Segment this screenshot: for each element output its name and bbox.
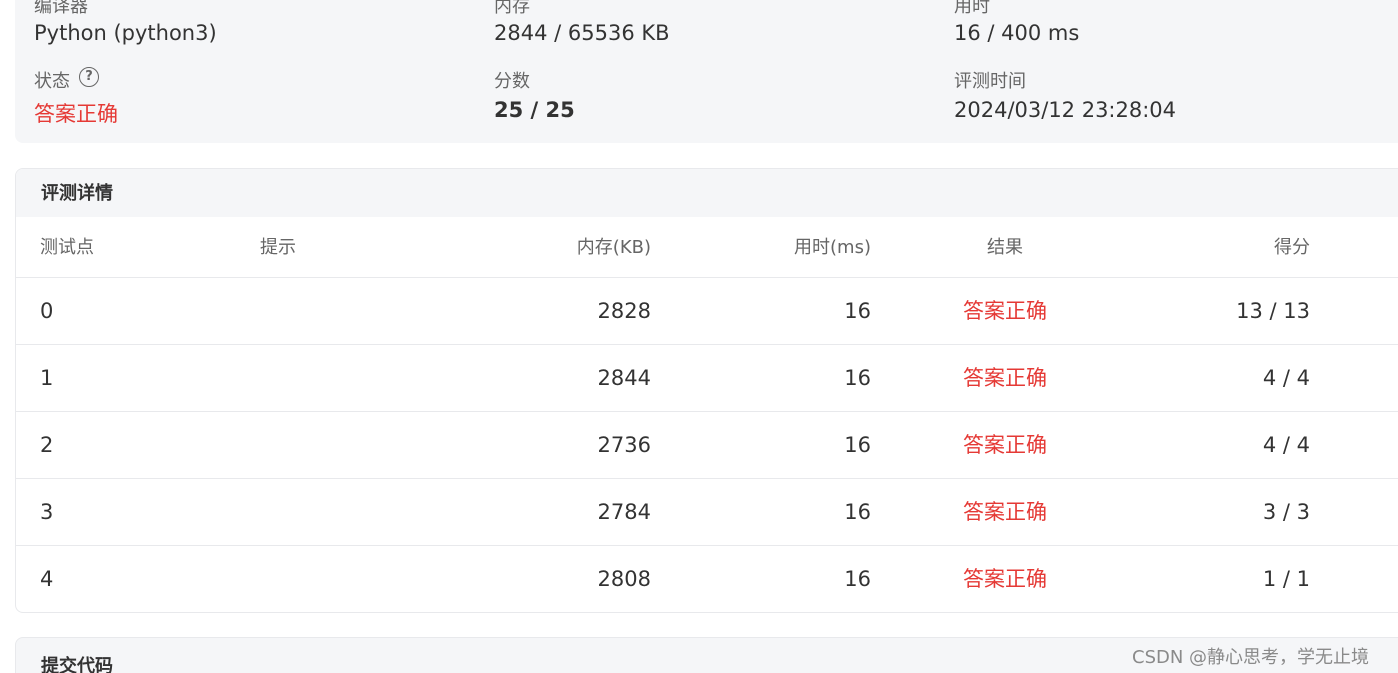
watermark: CSDN @静心思考，学无止境 bbox=[1132, 647, 1370, 668]
cell-score: 4 / 4 bbox=[1262, 366, 1310, 390]
status-value: 答案正确 bbox=[34, 102, 118, 126]
cell-result: 答案正确 bbox=[963, 366, 1047, 390]
cell-score: 1 / 1 bbox=[1262, 567, 1310, 591]
submission-summary: 编译器 Python (python3) 内存 2844 / 65536 KB … bbox=[15, 0, 1398, 143]
cell-case: 2 bbox=[40, 433, 54, 457]
cell-memory: 2808 bbox=[597, 567, 651, 591]
cell-case: 0 bbox=[40, 299, 54, 323]
cell-result: 答案正确 bbox=[963, 299, 1047, 323]
col-time: 用时(ms) bbox=[794, 237, 871, 258]
cell-score: 13 / 13 bbox=[1236, 299, 1310, 323]
cell-time: 16 bbox=[844, 567, 871, 591]
cell-memory: 2736 bbox=[597, 433, 651, 457]
status-label: 状态 bbox=[34, 71, 70, 92]
time-label: 用时 bbox=[954, 0, 990, 17]
judge-detail-card: 评测详情 测试点 提示 内存(KB) 用时(ms) 结果 得分 0 2828 1… bbox=[15, 168, 1398, 613]
score-label: 分数 bbox=[494, 71, 530, 92]
cell-time: 16 bbox=[844, 366, 871, 390]
table-row: 4 2808 16 答案正确 1 / 1 bbox=[16, 546, 1398, 612]
judge-time-label: 评测时间 bbox=[954, 71, 1026, 92]
cell-score: 4 / 4 bbox=[1262, 433, 1310, 457]
cell-result: 答案正确 bbox=[963, 500, 1047, 524]
compiler-label: 编译器 bbox=[34, 0, 88, 17]
cell-result: 答案正确 bbox=[963, 433, 1047, 457]
cell-memory: 2828 bbox=[597, 299, 651, 323]
table-header: 测试点 提示 内存(KB) 用时(ms) 结果 得分 bbox=[16, 217, 1398, 278]
memory-value: 2844 / 65536 KB bbox=[494, 21, 670, 45]
judge-detail-title: 评测详情 bbox=[16, 169, 1398, 217]
col-memory: 内存(KB) bbox=[576, 237, 651, 258]
memory-label: 内存 bbox=[494, 0, 530, 17]
col-score: 得分 bbox=[1274, 237, 1310, 258]
cell-time: 16 bbox=[844, 500, 871, 524]
compiler-value: Python (python3) bbox=[34, 21, 217, 45]
help-icon[interactable]: ? bbox=[79, 67, 99, 87]
time-value: 16 / 400 ms bbox=[954, 21, 1080, 45]
table-row: 3 2784 16 答案正确 3 / 3 bbox=[16, 479, 1398, 546]
cell-time: 16 bbox=[844, 299, 871, 323]
table-body: 0 2828 16 答案正确 13 / 13 1 2844 16 答案正确 4 … bbox=[16, 278, 1398, 612]
col-case: 测试点 bbox=[40, 237, 94, 258]
table-row: 0 2828 16 答案正确 13 / 13 bbox=[16, 278, 1398, 345]
cell-result: 答案正确 bbox=[963, 567, 1047, 591]
cell-case: 3 bbox=[40, 500, 54, 524]
cell-memory: 2784 bbox=[597, 500, 651, 524]
cell-memory: 2844 bbox=[597, 366, 651, 390]
cell-time: 16 bbox=[844, 433, 871, 457]
col-hint: 提示 bbox=[260, 237, 296, 258]
table-row: 2 2736 16 答案正确 4 / 4 bbox=[16, 412, 1398, 479]
cell-score: 3 / 3 bbox=[1262, 500, 1310, 524]
col-result: 结果 bbox=[987, 237, 1023, 258]
score-value: 25 / 25 bbox=[494, 98, 575, 122]
submitted-code-title: 提交代码 bbox=[41, 656, 113, 673]
table-row: 1 2844 16 答案正确 4 / 4 bbox=[16, 345, 1398, 412]
cell-case: 4 bbox=[40, 567, 54, 591]
judge-time-value: 2024/03/12 23:28:04 bbox=[954, 98, 1177, 122]
cell-case: 1 bbox=[40, 366, 54, 390]
